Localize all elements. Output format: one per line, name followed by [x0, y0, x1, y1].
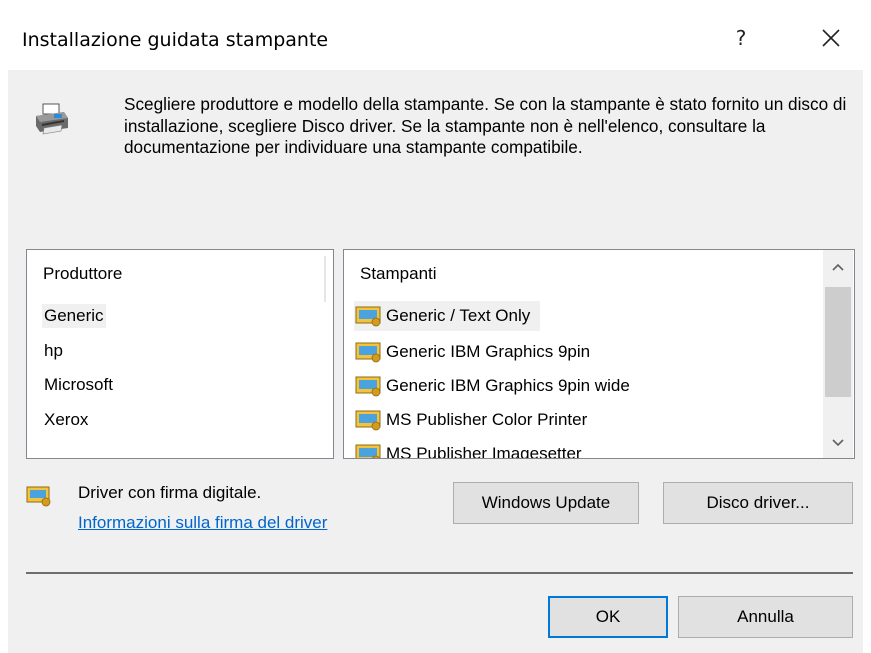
scroll-down-button[interactable] — [823, 428, 853, 458]
printer-item[interactable]: Generic / Text Only — [354, 301, 541, 331]
manufacturer-item-hp[interactable]: hp — [42, 339, 65, 363]
printer-list-header: Stampanti — [360, 264, 437, 283]
signed-driver-text: Driver con firma digitale. — [78, 483, 262, 502]
manufacturer-item-xerox[interactable]: Xerox — [42, 408, 90, 432]
printer-item-label: MS Publisher Imagesetter — [386, 444, 582, 459]
printer-icon — [36, 103, 68, 135]
chevron-up-icon — [832, 263, 844, 271]
manufacturer-item-generic[interactable]: Generic — [42, 304, 106, 328]
signed-driver-icon — [355, 342, 381, 363]
printer-item-label: Generic IBM Graphics 9pin wide — [386, 376, 630, 395]
manufacturer-list-header: Produttore — [43, 264, 123, 283]
printer-list[interactable]: Stampanti Generic / Text Only Generic IB… — [343, 249, 855, 459]
signed-driver-icon — [355, 410, 381, 431]
signed-driver-icon — [355, 376, 381, 397]
ok-button[interactable]: OK — [548, 596, 668, 638]
printer-item[interactable]: MS Publisher Imagesetter — [354, 439, 592, 459]
signed-driver-icon — [355, 444, 381, 458]
printer-item-label: Generic IBM Graphics 9pin — [386, 342, 591, 361]
manufacturer-item-microsoft[interactable]: Microsoft — [42, 373, 115, 397]
close-button[interactable] — [806, 14, 856, 62]
title-bar: Installazione guidata stampante ? — [0, 0, 871, 70]
printer-item-label: MS Publisher Color Printer — [386, 410, 588, 429]
manufacturer-list[interactable]: Produttore Generic hp Microsoft Xerox — [26, 249, 334, 459]
signed-driver-icon — [26, 486, 51, 507]
scroll-thumb[interactable] — [825, 287, 851, 397]
column-divider[interactable] — [324, 256, 326, 302]
printer-item[interactable]: Generic IBM Graphics 9pin wide — [354, 371, 640, 401]
printer-item[interactable]: Generic IBM Graphics 9pin — [354, 337, 600, 367]
signed-driver-icon — [355, 306, 381, 327]
help-button[interactable]: ? — [716, 14, 766, 62]
windows-update-button[interactable]: Windows Update — [453, 482, 639, 524]
printer-item[interactable]: MS Publisher Color Printer — [354, 405, 597, 435]
chevron-down-icon — [832, 439, 844, 447]
separator — [26, 572, 853, 574]
driver-signature-link[interactable]: Informazioni sulla firma del driver — [78, 513, 327, 533]
window-title: Installazione guidata stampante — [22, 29, 329, 51]
dialog-content: Scegliere produttore e modello della sta… — [8, 70, 863, 653]
cancel-button[interactable]: Annulla — [678, 596, 853, 638]
close-icon — [822, 29, 840, 47]
printer-list-scrollbar[interactable] — [823, 250, 853, 458]
printer-item-label: Generic / Text Only — [386, 306, 531, 325]
disk-driver-button[interactable]: Disco driver... — [663, 482, 853, 524]
scroll-up-button[interactable] — [823, 252, 853, 282]
description-text: Scegliere produttore e modello della sta… — [124, 94, 847, 157]
